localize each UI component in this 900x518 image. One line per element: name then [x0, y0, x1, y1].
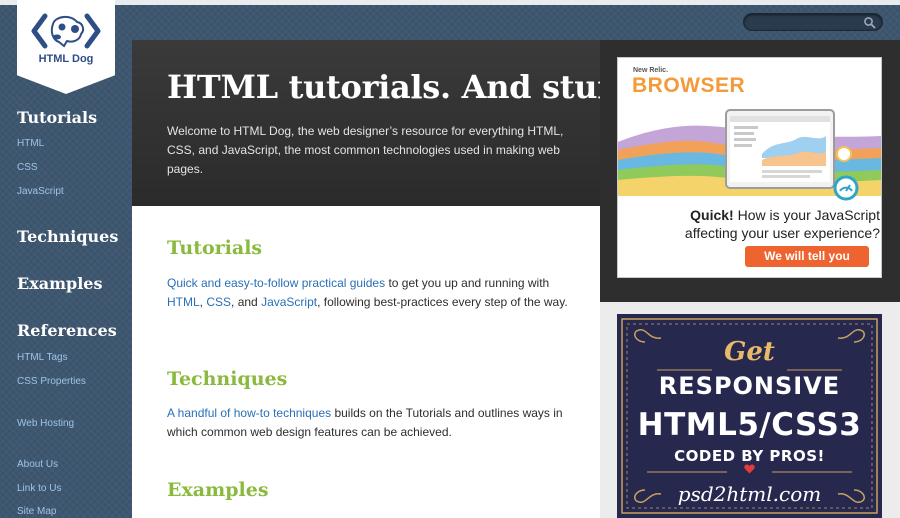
ad-new-relic[interactable]: New Relic. BROWSER Quick! How is your Ja…: [617, 57, 882, 278]
sidebar-link-about-us[interactable]: About Us: [17, 459, 58, 470]
ad-cta-button[interactable]: We will tell you: [745, 246, 869, 267]
heart-icon: [744, 464, 755, 474]
sidebar-heading-tutorials[interactable]: Tutorials: [17, 108, 97, 127]
browser-chart-illustration-icon: [618, 109, 881, 201]
link-css[interactable]: CSS: [206, 295, 231, 309]
sidebar-link-css[interactable]: CSS: [17, 162, 38, 173]
link-javascript[interactable]: JavaScript: [261, 295, 317, 309]
main-content: Tutorials Quick and easy-to-follow pract…: [132, 206, 600, 518]
hero-description: Welcome to HTML Dog, the web designer’s …: [167, 124, 564, 176]
ad-highlight: Quick!: [690, 207, 734, 223]
section-text-tutorials: Quick and easy-to-follow practical guide…: [167, 274, 587, 312]
sidebar-heading-techniques[interactable]: Techniques: [17, 227, 118, 246]
sidebar-link-site-map[interactable]: Site Map: [17, 506, 56, 517]
link-practical-guides[interactable]: Quick and easy-to-follow practical guide…: [167, 276, 385, 290]
ad-responsive-text: RESPONSIVE: [658, 372, 841, 400]
page-title: HTML tutorials. And stuff.: [167, 68, 634, 106]
search-box[interactable]: [743, 13, 883, 31]
text-fragment: , and: [231, 295, 262, 309]
ad-headline-line-1: Quick! How is your JavaScript: [640, 207, 880, 223]
hero-banner: HTML tutorials. And stuff. Welcome to HT…: [132, 40, 634, 206]
ad-headline-line-2: affecting your user experience?: [684, 225, 880, 241]
top-strip: [0, 0, 900, 5]
search-icon[interactable]: [863, 16, 876, 29]
ad-psd2html[interactable]: Get RESPONSIVE HTML5/CSS3 CODED BY PROS!…: [617, 314, 882, 518]
sidebar-heading-references[interactable]: References: [17, 321, 117, 340]
text-fragment: to get you up and running with: [385, 276, 550, 290]
html-dog-logo-icon: [31, 13, 101, 49]
sidebar-link-javascript[interactable]: JavaScript: [17, 186, 64, 197]
section-title-tutorials: Tutorials: [167, 237, 263, 259]
sidebar-link-link-to-us[interactable]: Link to Us: [17, 483, 61, 494]
ad-product-name: BROWSER: [632, 74, 746, 97]
section-title-techniques: Techniques: [167, 368, 288, 390]
ad-get-text: Get: [724, 337, 775, 367]
sidebar-link-web-hosting[interactable]: Web Hosting: [17, 418, 74, 429]
sidebar-nav: Tutorials HTML CSS JavaScript Techniques…: [0, 100, 130, 518]
ad-coded-by-pros-text: CODED BY PROS!: [674, 447, 825, 465]
site-logo[interactable]: HTML Dog: [17, 0, 115, 94]
link-html[interactable]: HTML: [167, 295, 200, 309]
ad-headline-text: How is your JavaScript: [733, 207, 880, 223]
sidebar-link-html-tags[interactable]: HTML Tags: [17, 352, 68, 363]
ad-brand-text: New Relic.: [633, 67, 669, 74]
link-how-to-techniques[interactable]: A handful of how-to techniques: [167, 406, 331, 420]
ad-html5-css3-text: HTML5/CSS3: [637, 407, 862, 443]
sidebar-link-css-properties[interactable]: CSS Properties: [17, 376, 86, 387]
logo-text: HTML Dog: [38, 53, 94, 65]
sidebar-link-html[interactable]: HTML: [17, 138, 44, 149]
sidebar-heading-examples[interactable]: Examples: [17, 274, 102, 293]
section-text-techniques: A handful of how-to techniques builds on…: [167, 404, 587, 442]
text-fragment: , following best-practices every step of…: [317, 295, 568, 309]
section-title-examples: Examples: [167, 479, 269, 501]
search-input[interactable]: [752, 16, 862, 29]
ad-url-text: psd2html.com: [677, 482, 822, 506]
